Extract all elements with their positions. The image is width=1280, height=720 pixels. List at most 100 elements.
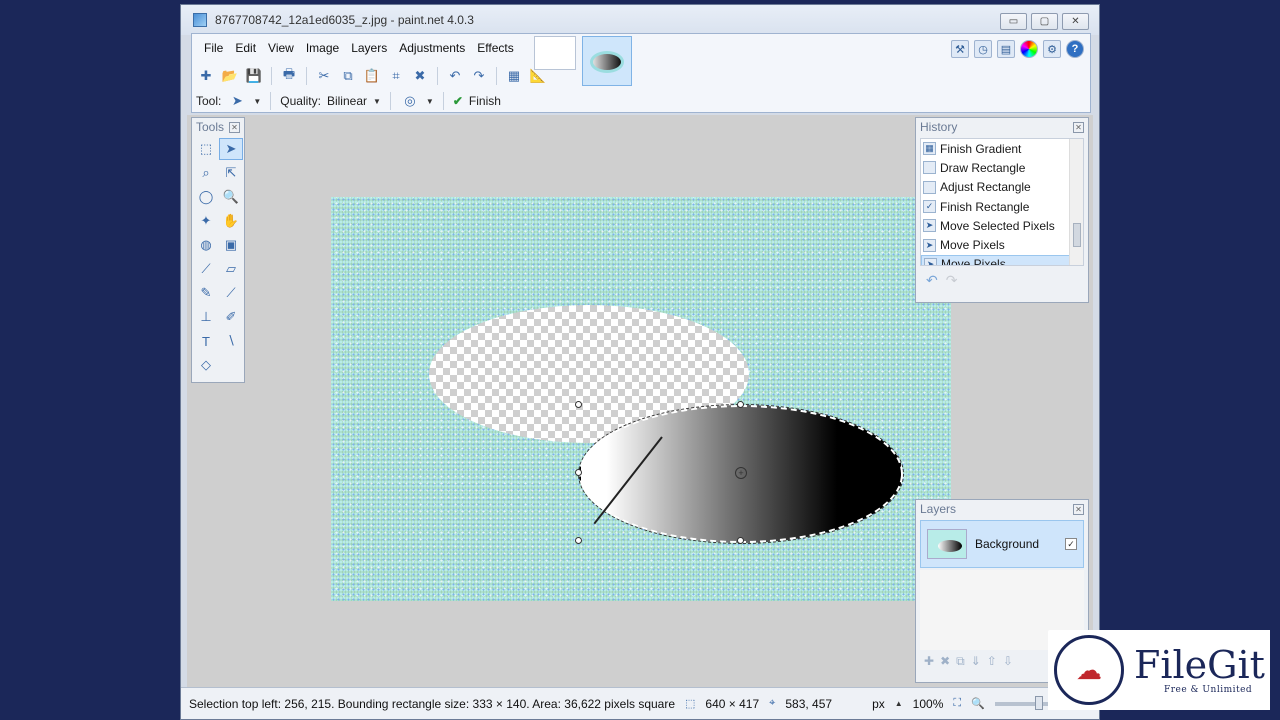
quality-dropdown-icon[interactable]: ▼: [373, 97, 381, 106]
paint-bucket-icon[interactable]: ◍: [194, 234, 218, 256]
new-file-icon[interactable]: ✚: [196, 66, 216, 86]
minimize-button[interactable]: ▭: [1000, 13, 1027, 30]
selection-mode-icon[interactable]: ◎: [400, 91, 420, 111]
merge-layer-icon[interactable]: ⇓: [971, 654, 981, 669]
undo-history-icon[interactable]: ↶: [926, 272, 938, 289]
move-selection-icon[interactable]: ⇱: [219, 162, 243, 184]
selection-handle[interactable]: [737, 537, 744, 544]
fit-window-icon[interactable]: ⛶: [953, 697, 961, 710]
watermark-text: FileGit Free & Unlimited: [1134, 645, 1265, 695]
paintbrush-icon[interactable]: ⟋: [194, 258, 218, 280]
move-layer-up-icon[interactable]: ⇧: [987, 654, 997, 669]
window-controls: ▭ ▢ ✕: [1000, 13, 1089, 30]
tool-label: Tool:: [196, 94, 222, 108]
selection-mode-dropdown-icon[interactable]: ▼: [426, 97, 434, 106]
selection-handle[interactable]: [575, 469, 582, 476]
text-icon[interactable]: T: [194, 330, 218, 352]
scrollbar-thumb[interactable]: [1073, 223, 1081, 247]
history-item[interactable]: Draw Rectangle: [921, 158, 1083, 177]
gradient-icon[interactable]: ▣: [219, 234, 243, 256]
zoom-icon[interactable]: 🔍: [219, 186, 243, 208]
move-crosshair-icon[interactable]: +: [735, 467, 747, 479]
history-list[interactable]: ▦ Finish Gradient Draw Rectangle Adjust R…: [920, 138, 1084, 266]
move-selected-icon[interactable]: ➤: [219, 138, 243, 160]
menu-image[interactable]: Image: [300, 41, 345, 55]
save-icon[interactable]: 💾: [244, 66, 264, 86]
shapes-icon[interactable]: ◇: [194, 354, 218, 376]
window-title: 8767708742_12a1ed6035_z.jpg - paint.net …: [215, 13, 474, 27]
paste-icon[interactable]: 📋: [362, 66, 382, 86]
zoom-out-icon[interactable]: 🔍: [971, 697, 985, 710]
image-canvas[interactable]: +: [331, 197, 951, 601]
rectangle-select-icon[interactable]: ⬚: [194, 138, 218, 160]
duplicate-layer-icon[interactable]: ⧉: [956, 654, 965, 669]
menu-view[interactable]: View: [262, 41, 300, 55]
history-item[interactable]: Adjust Rectangle: [921, 178, 1083, 197]
colors-window-icon[interactable]: [1020, 40, 1038, 58]
history-item-selected[interactable]: ➤ Move Pixels: [921, 254, 1083, 265]
menu-layers[interactable]: Layers: [345, 41, 393, 55]
history-item[interactable]: ➤ Move Selected Pixels: [921, 216, 1083, 235]
eraser-icon[interactable]: ▱: [219, 258, 243, 280]
ellipse-select-icon[interactable]: ◯: [194, 186, 218, 208]
redo-icon[interactable]: ↷: [469, 66, 489, 86]
deselect-icon[interactable]: ✖: [410, 66, 430, 86]
close-icon[interactable]: ✕: [229, 121, 240, 133]
history-item[interactable]: ➤ Move Pixels: [921, 235, 1083, 254]
close-icon[interactable]: ✕: [1073, 503, 1084, 515]
move-selection-icon[interactable]: ➤: [227, 91, 247, 111]
selection-handle[interactable]: [575, 401, 582, 408]
move-layer-down-icon[interactable]: ⇩: [1003, 654, 1013, 669]
image-size: 640 × 417: [705, 696, 760, 711]
history-item[interactable]: ▦ Finish Gradient: [921, 139, 1083, 158]
cut-icon[interactable]: ✂: [314, 66, 334, 86]
open-file-icon[interactable]: 📂: [220, 66, 240, 86]
line-curve-icon[interactable]: ∖: [219, 330, 243, 352]
zoom-slider-knob[interactable]: [1034, 695, 1043, 710]
ruler-icon[interactable]: 📐: [528, 66, 548, 86]
history-scrollbar[interactable]: [1069, 139, 1083, 265]
menu-file[interactable]: File: [198, 41, 229, 55]
menu-adjustments[interactable]: Adjustments: [393, 41, 471, 55]
layer-row[interactable]: Background ✓: [920, 520, 1084, 568]
help-icon[interactable]: ?: [1066, 40, 1084, 58]
undo-icon[interactable]: ↶: [445, 66, 465, 86]
history-item[interactable]: ✓ Finish Rectangle: [921, 197, 1083, 216]
color-picker-icon[interactable]: ⟋: [219, 282, 243, 304]
magic-wand-icon[interactable]: ✦: [194, 210, 218, 232]
print-icon[interactable]: 🖶: [279, 66, 299, 86]
settings-gear-icon[interactable]: ⚙: [1043, 40, 1061, 58]
copy-icon[interactable]: ⧉: [338, 66, 358, 86]
redo-history-icon[interactable]: ↷: [946, 272, 958, 289]
grid-icon[interactable]: ▦: [504, 66, 524, 86]
menu-edit[interactable]: Edit: [229, 41, 262, 55]
zoom-value[interactable]: 100%: [913, 697, 944, 711]
layers-window-icon[interactable]: ▤: [997, 40, 1015, 58]
clone-stamp-icon[interactable]: ⊥: [194, 306, 218, 328]
layers-panel-title: Layers: [920, 502, 957, 516]
document-thumbnail-active[interactable]: [582, 36, 632, 86]
delete-layer-icon[interactable]: ✖: [940, 654, 950, 669]
units-select[interactable]: px: [872, 697, 885, 711]
close-icon[interactable]: ✕: [1073, 121, 1084, 133]
history-window-icon[interactable]: ◷: [974, 40, 992, 58]
selection-handle[interactable]: [737, 401, 744, 408]
selection-handle[interactable]: [575, 537, 582, 544]
tools-window-icon[interactable]: ⚒: [951, 40, 969, 58]
finish-button[interactable]: Finish: [469, 94, 501, 108]
recolor-icon[interactable]: ✐: [219, 306, 243, 328]
tool-dropdown-icon[interactable]: ▼: [253, 97, 261, 106]
add-layer-icon[interactable]: ✚: [924, 654, 934, 669]
watermark-tagline: Free & Unlimited: [1164, 685, 1253, 695]
layer-visibility-checkbox[interactable]: ✓: [1065, 538, 1077, 550]
cursor-position: 583, 457: [785, 696, 833, 711]
lasso-select-icon[interactable]: ⌕: [194, 162, 218, 184]
units-dropdown-icon[interactable]: ▲: [895, 699, 903, 708]
crop-icon[interactable]: ⌗: [386, 66, 406, 86]
menu-effects[interactable]: Effects: [471, 41, 519, 55]
maximize-button[interactable]: ▢: [1031, 13, 1058, 30]
quality-select[interactable]: Bilinear: [327, 94, 367, 108]
pencil-icon[interactable]: ✎: [194, 282, 218, 304]
close-button[interactable]: ✕: [1062, 13, 1089, 30]
pan-icon[interactable]: ✋: [219, 210, 243, 232]
